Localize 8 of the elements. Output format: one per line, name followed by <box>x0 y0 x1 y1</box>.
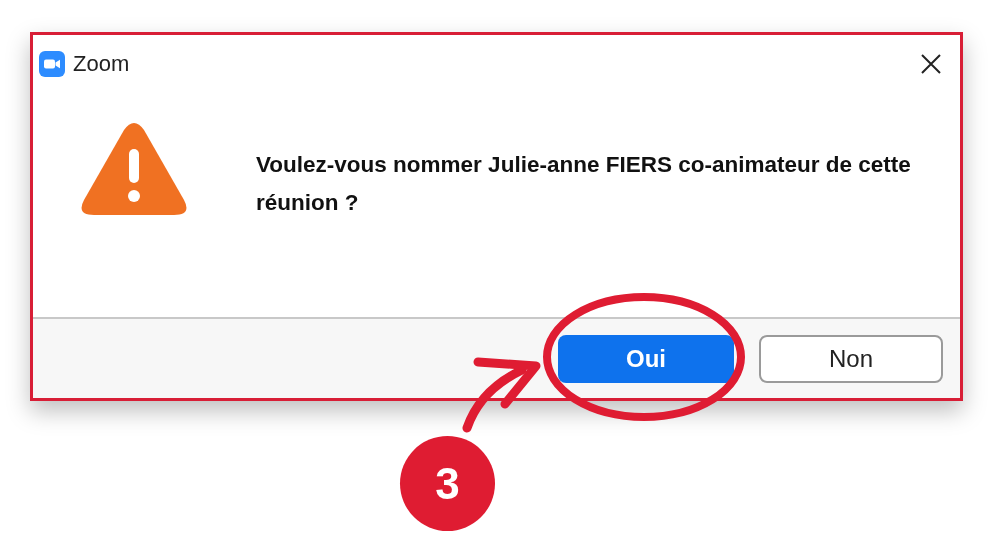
step-badge: 3 <box>400 436 495 531</box>
window-title: Zoom <box>73 50 131 77</box>
close-icon[interactable] <box>920 52 942 75</box>
confirmation-message: Voulez-vous nommer Julie-anne FIERS co-animateur de cette réunion ? <box>256 151 912 217</box>
warning-icon <box>80 122 188 216</box>
no-button[interactable]: Non <box>759 334 943 383</box>
camera-icon <box>39 50 65 77</box>
yes-button[interactable]: Oui <box>558 334 734 383</box>
